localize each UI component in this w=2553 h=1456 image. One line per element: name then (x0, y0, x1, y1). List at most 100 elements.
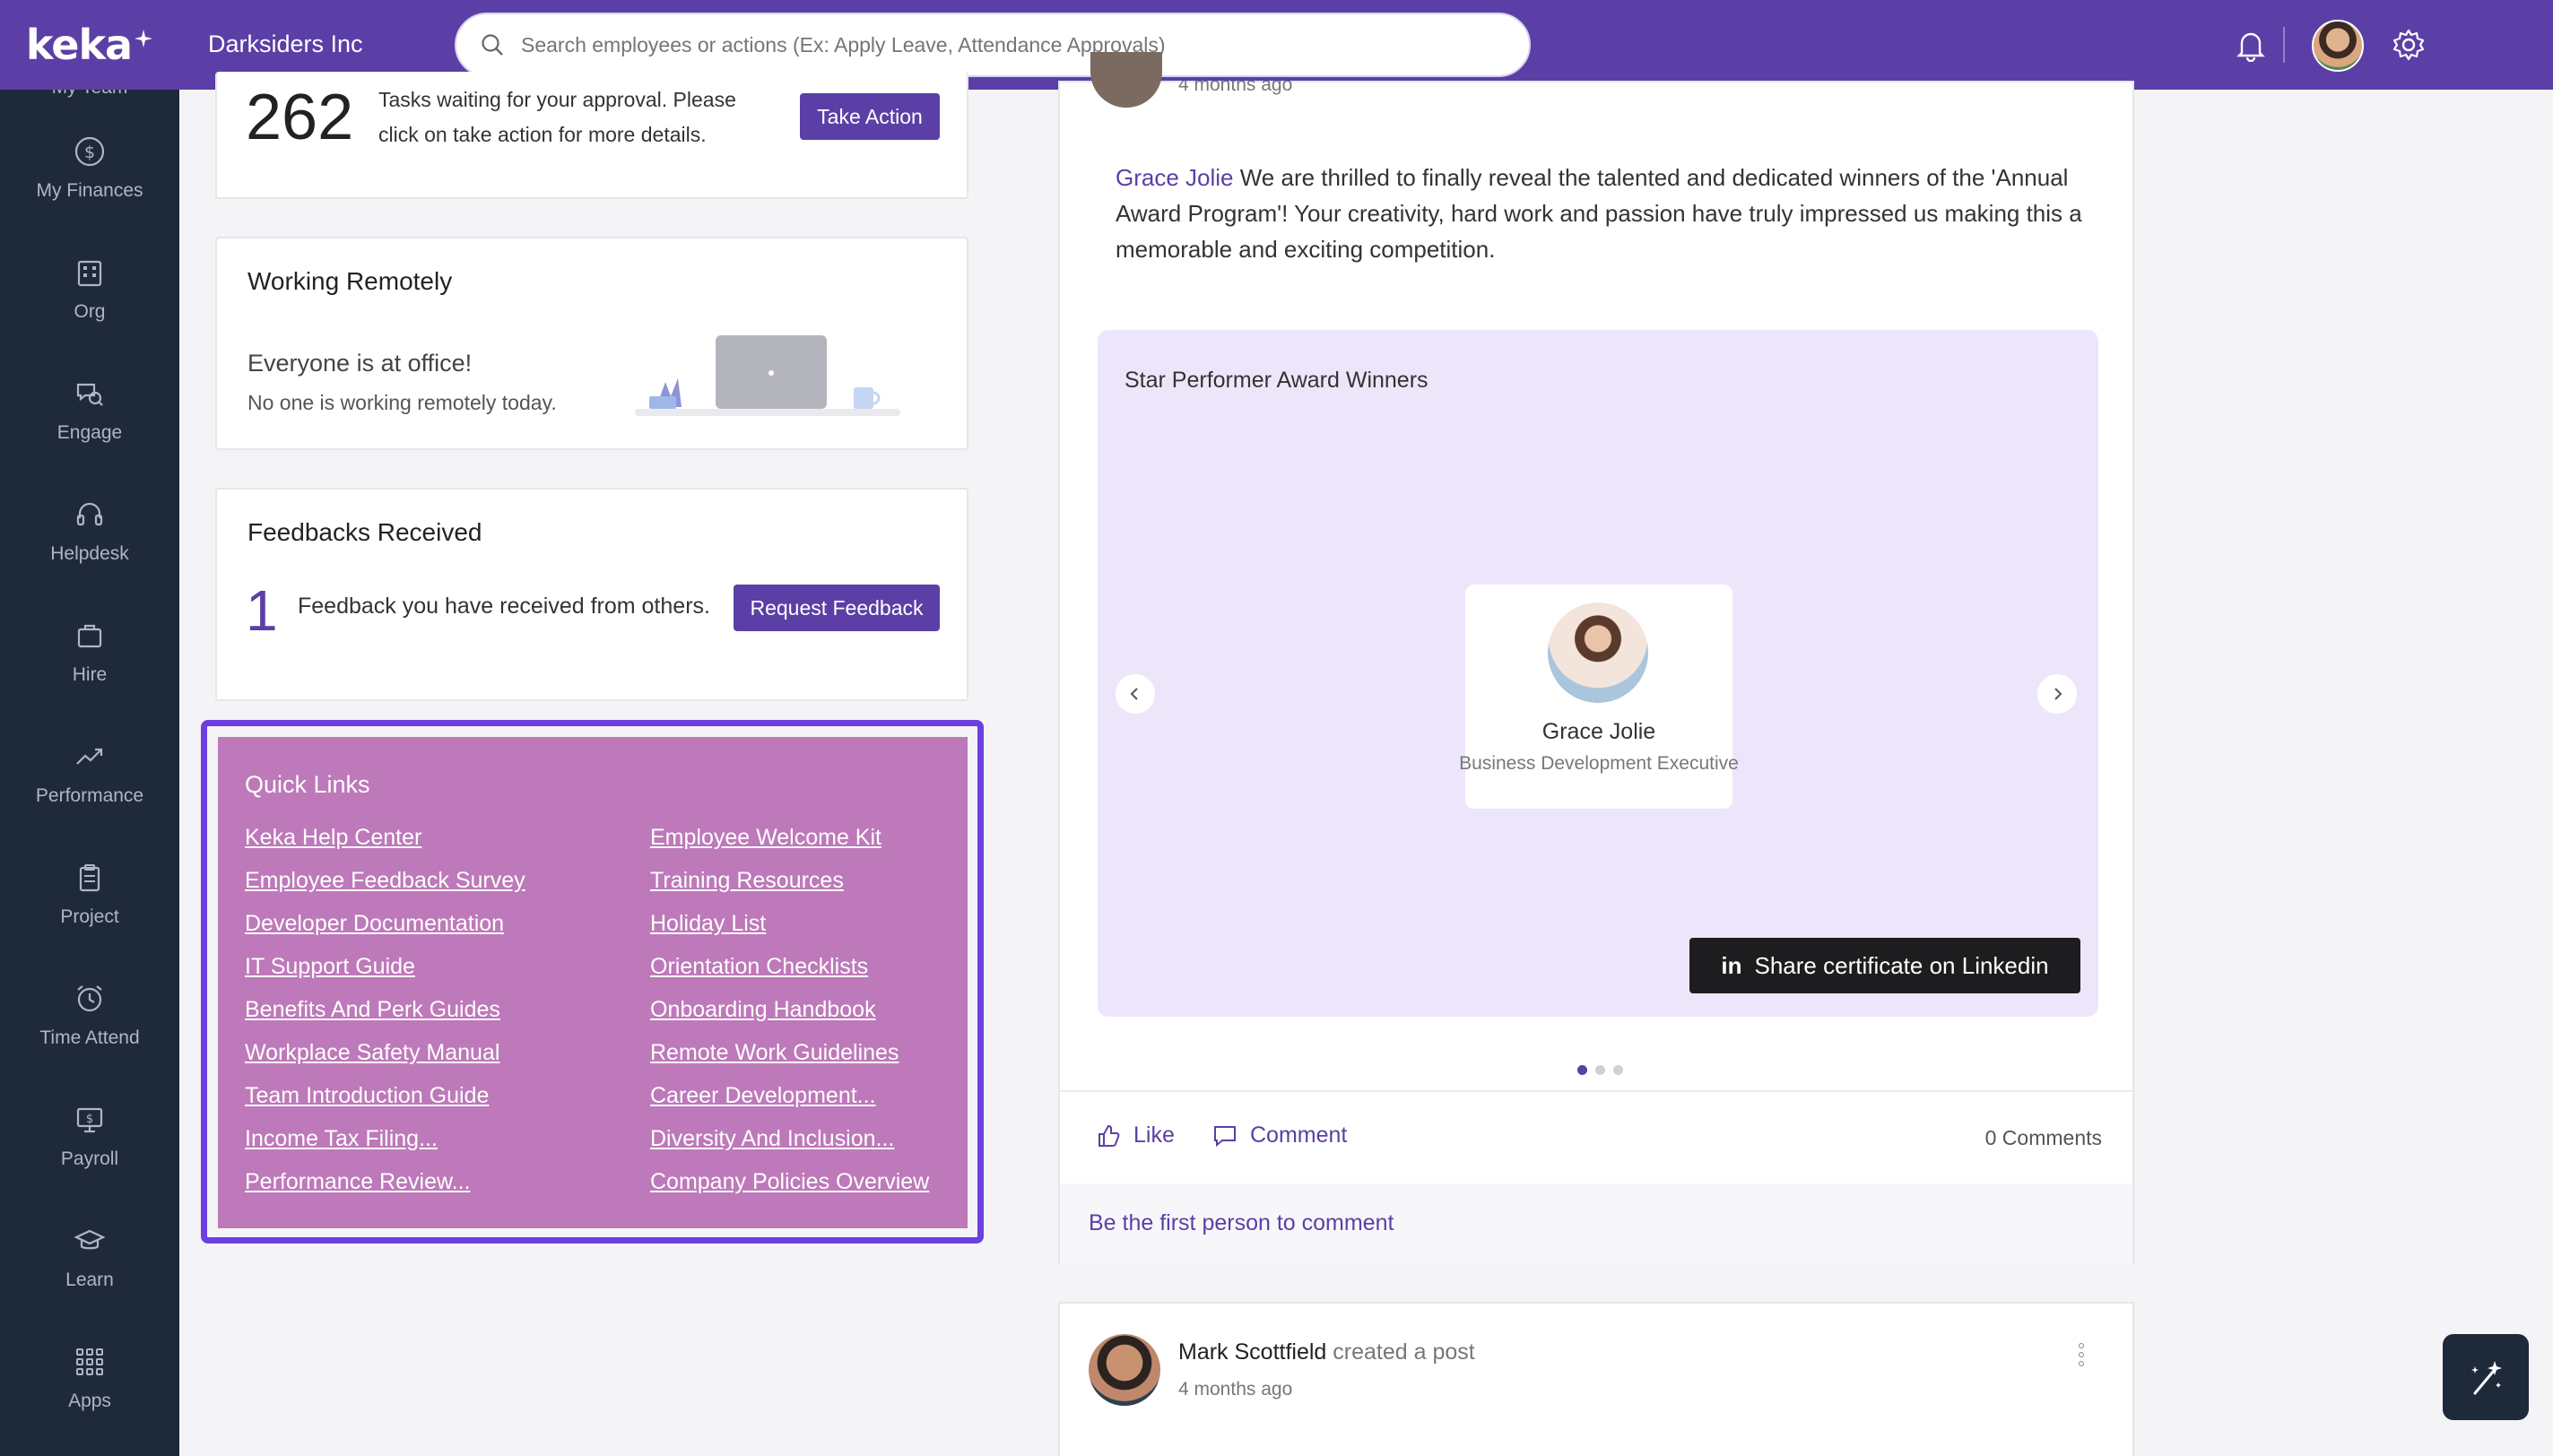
office-illustration-icon (635, 335, 900, 416)
quick-link[interactable]: Orientation Checklists (650, 954, 868, 980)
quick-link[interactable]: Company Policies Overview (650, 1169, 929, 1195)
quick-link[interactable]: Benefits And Perk Guides (245, 997, 500, 1023)
post-time: 4 months ago (1178, 81, 1293, 95)
sidebar-item-org[interactable]: Org (0, 230, 179, 347)
svg-text:$: $ (84, 143, 95, 162)
sidebar-item-my-finances[interactable]: $ My Finances (0, 109, 179, 226)
quick-link[interactable]: Income Tax Filing... (245, 1126, 438, 1152)
magic-wand-icon (2471, 1361, 2502, 1395)
post-author-avatar[interactable] (1090, 52, 1162, 108)
bell-icon[interactable] (2229, 23, 2272, 66)
sidebar-item-label: My Finances (36, 180, 143, 201)
quick-link[interactable]: Developer Documentation (245, 911, 504, 937)
graduation-icon (72, 1223, 108, 1259)
quick-link[interactable]: Training Resources (650, 868, 844, 894)
sidebar-item-label: Hire (72, 664, 108, 685)
carousel-next-button[interactable] (2037, 674, 2077, 714)
carousel-dot[interactable] (1595, 1065, 1605, 1075)
author-name[interactable]: Mark Scottfield (1178, 1339, 1326, 1365)
first-comment-prompt: Be the first person to comment (1089, 1210, 1394, 1235)
logo-star-icon (135, 30, 153, 48)
quick-link[interactable]: Career Development... (650, 1083, 876, 1109)
sidebar-item-payroll[interactable]: $ Payroll (0, 1078, 179, 1194)
carousel-dot[interactable] (1613, 1065, 1623, 1075)
gear-icon[interactable] (2387, 23, 2430, 66)
quick-link[interactable]: Keka Help Center (245, 825, 421, 851)
sidebar-item-learn[interactable]: Learn (0, 1199, 179, 1315)
grid-icon (72, 1344, 108, 1380)
card-title: Feedbacks Received (247, 518, 482, 546)
briefcase-icon (72, 618, 108, 654)
like-label: Like (1133, 1122, 1175, 1148)
engage-icon (72, 376, 108, 412)
search-icon (482, 34, 503, 56)
sidebar-item-label: Helpdesk (50, 543, 129, 564)
carousel-prev-button[interactable] (1116, 674, 1155, 714)
sidebar-item-performance[interactable]: Performance (0, 715, 179, 831)
quick-link[interactable]: Workplace Safety Manual (245, 1040, 499, 1066)
share-linkedin-button[interactable]: in Share certificate on Linkedin (1689, 938, 2080, 993)
winner-role: Business Development Executive (1459, 753, 1739, 774)
company-name[interactable]: Darksiders Inc (208, 30, 363, 58)
comment-label: Comment (1250, 1122, 1348, 1148)
award-title: Star Performer Award Winners (1125, 368, 1428, 393)
user-avatar[interactable] (2312, 20, 2364, 72)
chevron-left-icon (1130, 688, 1138, 700)
quick-link[interactable]: Employee Welcome Kit (650, 825, 881, 851)
post-mention[interactable]: Grace Jolie (1116, 164, 1234, 191)
post-body: Grace Jolie We are thrilled to finally r… (1116, 160, 2093, 267)
like-button[interactable]: Like (1096, 1122, 1175, 1148)
feedback-text: Feedback you have received from others. (298, 594, 710, 619)
quick-link[interactable]: Remote Work Guidelines (650, 1040, 899, 1066)
alarm-icon (72, 981, 108, 1017)
remote-subtext: No one is working remotely today. (247, 391, 557, 414)
headset-icon (72, 497, 108, 533)
logo-text: keka (25, 21, 133, 69)
sidebar-item-label: Learn (65, 1270, 114, 1290)
request-feedback-button[interactable]: Request Feedback (734, 585, 940, 631)
keka-logo[interactable]: keka (0, 0, 179, 90)
post-action: created a post (1333, 1339, 1475, 1365)
sidebar-item-time-attend[interactable]: Time Attend (0, 957, 179, 1073)
winner-photo (1548, 602, 1648, 703)
search-input[interactable] (521, 32, 1507, 57)
carousel-dots (1577, 1065, 1623, 1075)
post-author-line: Mark Scottfield created a post (1178, 1339, 1475, 1365)
thumbs-up-icon (1098, 1124, 1120, 1147)
sidebar-item-label: Performance (35, 785, 144, 806)
sidebar-item-label: Org (74, 301, 106, 322)
carousel-dot[interactable] (1577, 1065, 1587, 1075)
sidebar-item-engage[interactable]: Engage (0, 351, 179, 468)
ai-assistant-button[interactable] (2443, 1334, 2529, 1420)
org-icon (72, 255, 108, 290)
comment-prompt-strip[interactable]: Be the first person to comment (1060, 1183, 2132, 1264)
comments-count[interactable]: 0 Comments (1985, 1126, 2102, 1150)
sidebar-item-hire[interactable]: Hire (0, 594, 179, 710)
feedbacks-card: Feedbacks Received 1 Feedback you have r… (215, 488, 968, 701)
search-bar[interactable] (455, 13, 1531, 77)
take-action-button[interactable]: Take Action (800, 93, 940, 140)
card-title: Working Remotely (247, 267, 453, 295)
quick-link[interactable]: Employee Feedback Survey (245, 868, 525, 894)
sidebar-item-label: Apps (68, 1391, 111, 1411)
share-linkedin-label: Share certificate on Linkedin (1754, 951, 2049, 979)
chevron-right-icon (2054, 688, 2062, 700)
sidebar-item-project[interactable]: Project (0, 836, 179, 952)
header-divider (2283, 27, 2285, 63)
clipboard-icon (72, 860, 108, 896)
sidebar-item-label: Time Attend (39, 1027, 140, 1048)
quick-link[interactable]: IT Support Guide (245, 954, 415, 980)
sidebar-item-apps[interactable]: Apps (0, 1320, 179, 1436)
more-options-icon[interactable] (2079, 1343, 2084, 1366)
winner-card[interactable]: Grace Jolie Business Development Executi… (1459, 585, 1739, 809)
author-avatar[interactable] (1089, 1334, 1160, 1406)
svg-text:$: $ (86, 1113, 93, 1126)
sidebar-item-label: Engage (56, 422, 123, 443)
quick-link[interactable]: Team Introduction Guide (245, 1083, 489, 1109)
quick-link[interactable]: Onboarding Handbook (650, 997, 876, 1023)
comment-button[interactable]: Comment (1212, 1122, 1347, 1148)
quick-link[interactable]: Performance Review... (245, 1169, 471, 1195)
quick-link[interactable]: Diversity And Inclusion... (650, 1126, 894, 1152)
quick-link[interactable]: Holiday List (650, 911, 766, 937)
sidebar-item-helpdesk[interactable]: Helpdesk (0, 472, 179, 589)
